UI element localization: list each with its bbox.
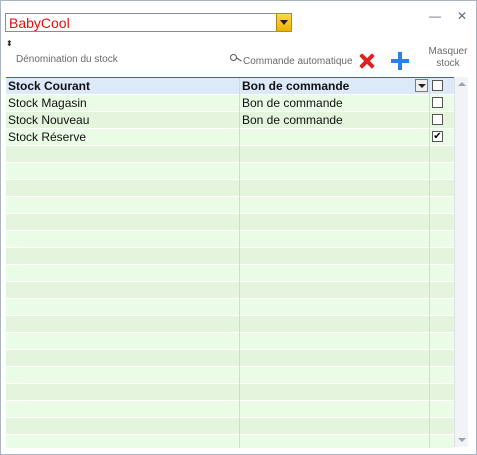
- table-row-empty[interactable]: [6, 197, 454, 214]
- scroll-down-icon[interactable]: [455, 433, 468, 447]
- table-row-empty[interactable]: [6, 146, 454, 163]
- close-icon[interactable]: ✕: [457, 10, 467, 22]
- stock-name-cell[interactable]: Stock Nouveau: [8, 112, 236, 128]
- table-row-empty[interactable]: [6, 214, 454, 231]
- sort-icon[interactable]: ⬍: [6, 40, 13, 48]
- table-row-empty[interactable]: [6, 231, 454, 248]
- stock-name-cell[interactable]: Stock Courant: [8, 78, 236, 94]
- table-row-empty[interactable]: [6, 265, 454, 282]
- hide-stock-checkbox[interactable]: ✔: [432, 131, 443, 142]
- column-header-hide[interactable]: Masquer stock: [428, 46, 468, 70]
- table-row[interactable]: Stock Magasin Bon de commande: [6, 95, 454, 112]
- chevron-down-icon[interactable]: [276, 14, 291, 31]
- order-mode-cell[interactable]: Bon de commande: [242, 112, 428, 128]
- table-row-empty[interactable]: [6, 299, 454, 316]
- stock-name-cell[interactable]: Stock Réserve: [8, 129, 236, 145]
- table-row-empty[interactable]: [6, 163, 454, 180]
- column-header-hide-line1: Masquer: [428, 46, 468, 57]
- minimize-icon[interactable]: —: [429, 10, 441, 22]
- order-mode-dropdown-icon[interactable]: [415, 79, 428, 92]
- table-row-empty[interactable]: [6, 282, 454, 299]
- column-header-auto-order-label: Commande automatique: [243, 56, 353, 67]
- column-divider: [239, 78, 240, 448]
- add-button[interactable]: [390, 51, 410, 71]
- vertical-scrollbar[interactable]: [454, 77, 468, 447]
- table-row-empty[interactable]: [6, 435, 454, 448]
- table-row-empty[interactable]: [6, 180, 454, 197]
- stock-name-cell[interactable]: Stock Magasin: [8, 95, 236, 111]
- column-header-name[interactable]: Dénomination du stock: [16, 54, 118, 66]
- hide-stock-checkbox[interactable]: [432, 97, 443, 108]
- column-divider: [429, 78, 430, 448]
- stock-window: BabyCool — ✕ ⬍ Dénomination du stock Com…: [0, 0, 477, 455]
- table-row[interactable]: Stock Nouveau Bon de commande: [6, 112, 454, 129]
- table-row-empty[interactable]: [6, 418, 454, 435]
- stock-table: Stock Courant Bon de commande Stock Magasi…: [6, 77, 454, 448]
- table-row-empty[interactable]: [6, 401, 454, 418]
- store-select[interactable]: BabyCool: [5, 13, 292, 32]
- table-row-empty[interactable]: [6, 316, 454, 333]
- order-mode-cell[interactable]: [242, 129, 428, 145]
- delete-button[interactable]: [357, 51, 377, 71]
- order-mode-cell[interactable]: Bon de commande: [242, 95, 428, 111]
- column-header-auto-order[interactable]: Commande automatique: [230, 54, 353, 68]
- table-row-empty[interactable]: [6, 333, 454, 350]
- hide-stock-checkbox[interactable]: [432, 80, 443, 91]
- column-header-hide-line2: stock: [436, 58, 460, 69]
- hide-stock-checkbox[interactable]: [432, 114, 443, 125]
- table-row-empty[interactable]: [6, 367, 454, 384]
- table-row-empty[interactable]: [6, 350, 454, 367]
- store-select-value: BabyCool: [9, 15, 70, 31]
- order-mode-cell[interactable]: Bon de commande: [242, 78, 428, 94]
- key-icon: [230, 54, 242, 64]
- table-row[interactable]: Stock Courant Bon de commande: [6, 78, 454, 95]
- table-row[interactable]: Stock Réserve ✔: [6, 129, 454, 146]
- table-row-empty[interactable]: [6, 248, 454, 265]
- table-row-empty[interactable]: [6, 384, 454, 401]
- scroll-up-icon[interactable]: [455, 77, 468, 91]
